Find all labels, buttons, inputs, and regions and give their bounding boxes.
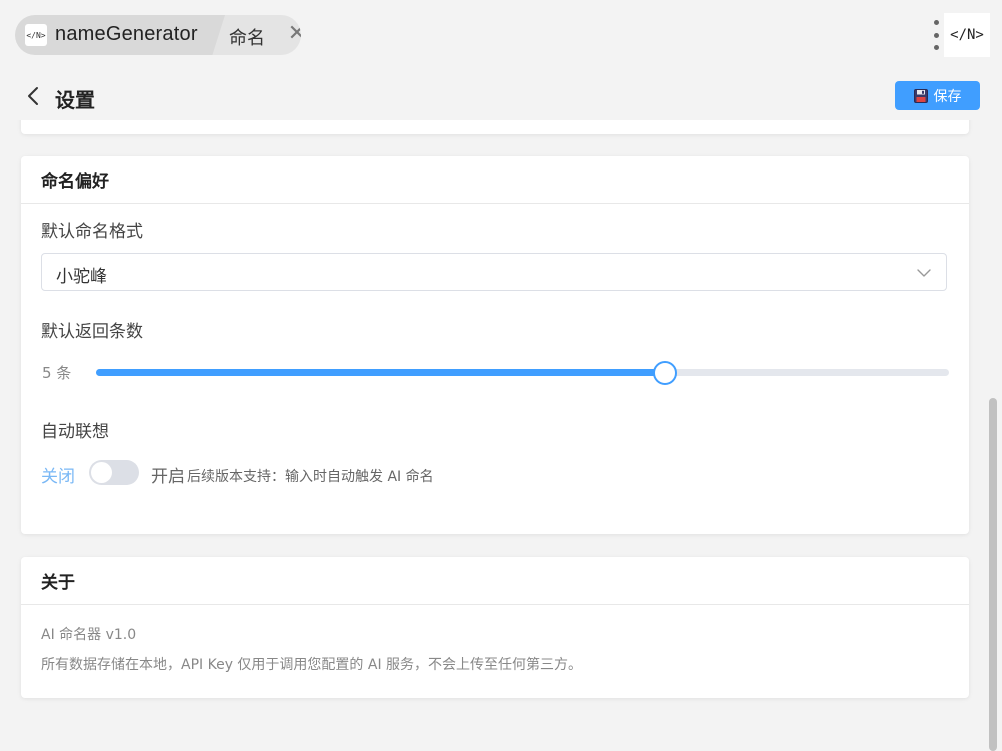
autosuggest-toggle[interactable] (89, 460, 139, 485)
switch-hint: 后续版本支持：输入时自动触发 AI 命名 (187, 469, 434, 485)
about-version: AI 命名器 v1.0 (41, 627, 137, 643)
count-label: 默认返回条数 (41, 322, 143, 342)
tab-naming-label[interactable]: 命名 (229, 24, 265, 50)
card-title: 命名偏好 (21, 156, 969, 204)
app-icon: </N> (25, 24, 47, 46)
page-title: 设置 (55, 88, 95, 112)
scrollbar[interactable] (989, 398, 997, 751)
naming-preferences-card: 命名偏好 默认命名格式 小驼峰 默认返回条数 5 条 自动联想 关闭 开启 后续… (21, 156, 969, 534)
count-value: 5 条 (42, 364, 72, 382)
save-button-label: 保存 (933, 88, 962, 105)
tab-app-label: nameGenerator (55, 23, 198, 45)
format-select-value: 小驼峰 (56, 267, 107, 287)
switch-off-label: 关闭 (41, 467, 75, 487)
card-title: 关于 (21, 557, 969, 605)
format-label: 默认命名格式 (41, 222, 143, 242)
chevron-down-icon (917, 269, 931, 277)
count-slider[interactable] (96, 361, 949, 385)
tab-group: </N> nameGenerator 命名 ✕ (15, 15, 301, 55)
save-button[interactable]: 保存 (895, 81, 980, 110)
about-card: 关于 AI 命名器 v1.0 所有数据存储在本地，API Key 仅用于调用您配… (21, 557, 969, 698)
close-icon[interactable]: ✕ (286, 23, 301, 45)
settings-content: 命名偏好 默认命名格式 小驼峰 默认返回条数 5 条 自动联想 关闭 开启 后续… (0, 120, 1002, 751)
chevron-left-icon[interactable] (24, 84, 44, 108)
switch-on-label: 开启 (151, 467, 185, 487)
app-logo: </N> (944, 13, 990, 57)
tab-app[interactable]: </N> nameGenerator (15, 15, 225, 55)
about-description: 所有数据存储在本地，API Key 仅用于调用您配置的 AI 服务，不会上传至任… (41, 657, 583, 673)
floppy-disk-icon (913, 88, 928, 103)
page-header: 设置 保存 (0, 72, 1002, 120)
autosuggest-label: 自动联想 (41, 422, 109, 442)
format-select[interactable]: 小驼峰 (41, 253, 947, 291)
more-options-icon[interactable] (928, 20, 944, 50)
toggle-knob (91, 462, 112, 483)
slider-handle[interactable] (652, 361, 677, 385)
slider-fill (96, 369, 665, 376)
previous-card (21, 120, 969, 134)
tab-bar: </N> nameGenerator 命名 ✕ </N> (0, 0, 1002, 72)
